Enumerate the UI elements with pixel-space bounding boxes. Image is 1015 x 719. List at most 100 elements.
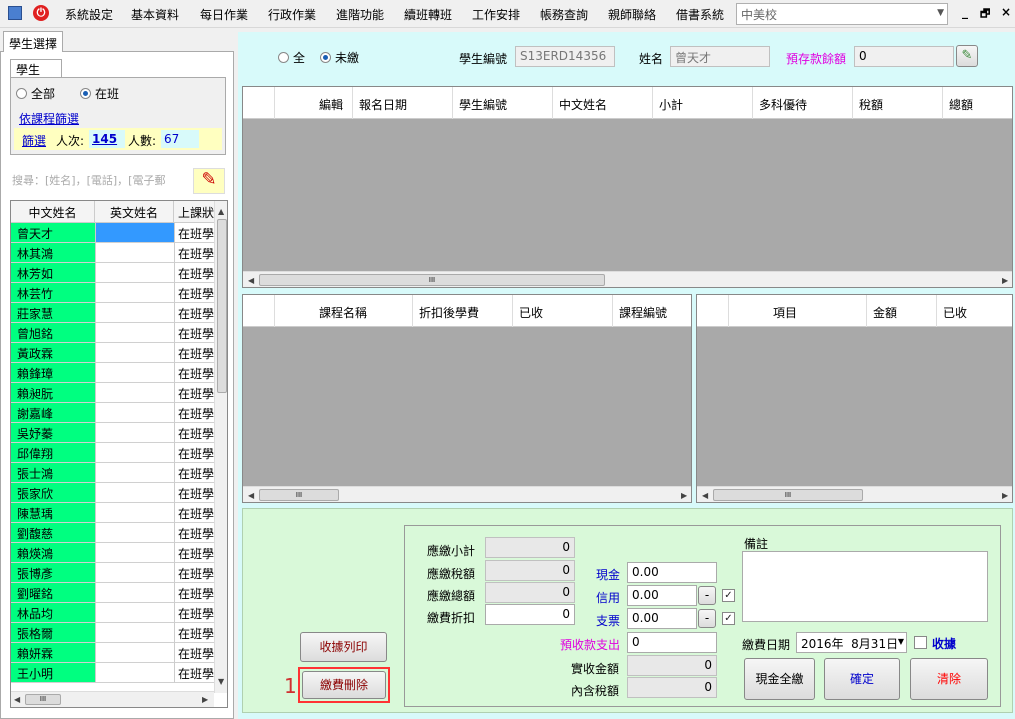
- column-header-course-name[interactable]: 課程名稱: [313, 295, 413, 327]
- student-status-cell[interactable]: 在班學: [174, 463, 216, 483]
- scroll-right-icon[interactable]: ▶: [1002, 276, 1008, 285]
- student-status-cell[interactable]: 在班學: [174, 523, 216, 543]
- student-status-cell[interactable]: 在班學: [174, 443, 216, 463]
- column-header-amount[interactable]: 金額: [867, 295, 937, 327]
- student-status-cell[interactable]: 在班學: [174, 323, 216, 343]
- student-row[interactable]: 謝嘉峰 在班學: [11, 403, 216, 423]
- student-chinese-name-cell[interactable]: 劉曜銘: [11, 583, 95, 603]
- close-button[interactable]: ×: [1001, 5, 1011, 19]
- student-chinese-name-cell[interactable]: 張家欣: [11, 483, 95, 503]
- cash-full-payment-button[interactable]: 現金全繳: [744, 658, 815, 700]
- student-chinese-name-cell[interactable]: 謝嘉峰: [11, 403, 95, 423]
- student-row[interactable]: 張士鴻 在班學: [11, 463, 216, 483]
- menu-item-daily-tasks[interactable]: 每日作業: [200, 6, 248, 23]
- check-minus-button[interactable]: -: [698, 609, 716, 628]
- student-english-name-cell[interactable]: [95, 663, 174, 683]
- student-english-name-cell[interactable]: [95, 363, 174, 383]
- student-status-cell[interactable]: 在班學: [174, 623, 216, 643]
- student-row[interactable]: 林芸竹 在班學: [11, 283, 216, 303]
- student-row[interactable]: 黃政霖 在班學: [11, 343, 216, 363]
- column-header-item[interactable]: 項目: [767, 295, 867, 327]
- student-row[interactable]: 張格爾 在班學: [11, 623, 216, 643]
- student-grid-hscrollbar[interactable]: ◀ III ▶: [11, 691, 214, 707]
- student-english-name-cell[interactable]: [95, 443, 174, 463]
- student-row[interactable]: 賴鋒璋 在班學: [11, 363, 216, 383]
- student-row[interactable]: 吳妤蓁 在班學: [11, 423, 216, 443]
- student-english-name-cell[interactable]: [95, 343, 174, 363]
- scroll-right-icon[interactable]: ▶: [202, 695, 208, 704]
- student-chinese-name-cell[interactable]: 林品均: [11, 603, 95, 623]
- scroll-right-icon[interactable]: ▶: [681, 491, 687, 500]
- prepaid-out-input[interactable]: 0: [627, 632, 717, 653]
- column-header-edit[interactable]: 編輯: [313, 87, 353, 119]
- student-row[interactable]: 賴煐鴻 在班學: [11, 543, 216, 563]
- column-header-chinese-name[interactable]: 中文姓名: [11, 201, 95, 223]
- student-english-name-cell[interactable]: [95, 463, 174, 483]
- student-english-name-cell[interactable]: [95, 503, 174, 523]
- column-header-course-no[interactable]: 課程編號: [613, 295, 691, 327]
- student-status-cell[interactable]: 在班學: [174, 403, 216, 423]
- student-chinese-name-cell[interactable]: 林芸竹: [11, 283, 95, 303]
- student-row[interactable]: 林品均 在班學: [11, 603, 216, 623]
- student-chinese-name-cell[interactable]: 林其鴻: [11, 243, 95, 263]
- column-header-subtotal[interactable]: 小計: [653, 87, 753, 119]
- student-row[interactable]: 林芳如 在班學: [11, 263, 216, 283]
- student-english-name-cell[interactable]: [95, 563, 174, 583]
- search-input[interactable]: 搜尋：[姓名]，[電話]，[電子郵: [12, 172, 188, 192]
- student-chinese-name-cell[interactable]: 賴妍霖: [11, 643, 95, 663]
- visits-value[interactable]: 145: [89, 130, 125, 148]
- scroll-right-icon[interactable]: ▶: [1002, 491, 1008, 500]
- clear-button[interactable]: 清除: [910, 658, 988, 700]
- student-chinese-name-cell[interactable]: 林芳如: [11, 263, 95, 283]
- student-english-name-cell[interactable]: [95, 523, 174, 543]
- records-grid-hscrollbar[interactable]: ◀ III ▶: [243, 271, 1012, 287]
- student-row[interactable]: 張博彥 在班學: [11, 563, 216, 583]
- delete-payment-button[interactable]: 繳費刪除: [302, 671, 386, 699]
- student-row[interactable]: 賴昶朊 在班學: [11, 383, 216, 403]
- student-english-name-cell[interactable]: [95, 383, 174, 403]
- student-chinese-name-cell[interactable]: 陳慧瑀: [11, 503, 95, 523]
- scroll-thumb[interactable]: [217, 219, 227, 393]
- prepaid-edit-button[interactable]: ✎: [956, 45, 978, 67]
- student-grid-vscrollbar[interactable]: ▲ ▼: [214, 201, 227, 693]
- student-row[interactable]: 曾旭銘 在班學: [11, 323, 216, 343]
- student-chinese-name-cell[interactable]: 張士鴻: [11, 463, 95, 483]
- column-header-register-date[interactable]: 報名日期: [353, 87, 453, 119]
- name-field[interactable]: 曾天才: [670, 46, 770, 67]
- student-english-name-cell[interactable]: [95, 243, 174, 263]
- items-grid-hscrollbar[interactable]: ◀ III ▶: [697, 486, 1012, 502]
- menu-item-class-transfer[interactable]: 續班轉班: [404, 6, 452, 23]
- menu-item-basic-data[interactable]: 基本資料: [131, 6, 179, 23]
- scroll-thumb[interactable]: III: [25, 694, 61, 705]
- student-chinese-name-cell[interactable]: 曾天才: [11, 223, 95, 243]
- column-header-total[interactable]: 總額: [943, 87, 1012, 119]
- radio-all[interactable]: 全部: [16, 85, 55, 102]
- column-header-received[interactable]: 已收: [937, 295, 1012, 327]
- student-status-cell[interactable]: 在班學: [174, 303, 216, 323]
- student-status-cell[interactable]: 在班學: [174, 363, 216, 383]
- menu-item-parent-contact[interactable]: 親師聯絡: [608, 6, 656, 23]
- student-chinese-name-cell[interactable]: 劉馥慈: [11, 523, 95, 543]
- column-header-discounted-fee[interactable]: 折扣後學費: [413, 295, 513, 327]
- student-status-cell[interactable]: 在班學: [174, 283, 216, 303]
- menu-item-system-settings[interactable]: 系統設定: [65, 6, 113, 23]
- student-row[interactable]: 林其鴻 在班學: [11, 243, 216, 263]
- scroll-down-icon[interactable]: ▼: [218, 677, 224, 686]
- check-input[interactable]: 0.00: [627, 608, 697, 629]
- student-status-cell[interactable]: 在班學: [174, 383, 216, 403]
- credit-checkbox[interactable]: ✓: [722, 589, 735, 602]
- tab-student[interactable]: 學生: [10, 59, 62, 77]
- student-row[interactable]: 王小明 在班學: [11, 663, 216, 683]
- column-header-chinese-name[interactable]: 中文姓名: [553, 87, 653, 119]
- menu-item-library[interactable]: 借書系統: [676, 6, 724, 23]
- confirm-button[interactable]: 確定: [824, 658, 900, 700]
- student-status-cell[interactable]: 在班學: [174, 563, 216, 583]
- column-header-received[interactable]: 已收: [513, 295, 613, 327]
- student-english-name-cell[interactable]: [95, 623, 174, 643]
- student-chinese-name-cell[interactable]: 賴鋒璋: [11, 363, 95, 383]
- student-english-name-cell[interactable]: [95, 223, 174, 243]
- minimize-button[interactable]: _: [962, 5, 968, 19]
- student-row[interactable]: 賴妍霖 在班學: [11, 643, 216, 663]
- student-chinese-name-cell[interactable]: 莊家慧: [11, 303, 95, 323]
- student-chinese-name-cell[interactable]: 黃政霖: [11, 343, 95, 363]
